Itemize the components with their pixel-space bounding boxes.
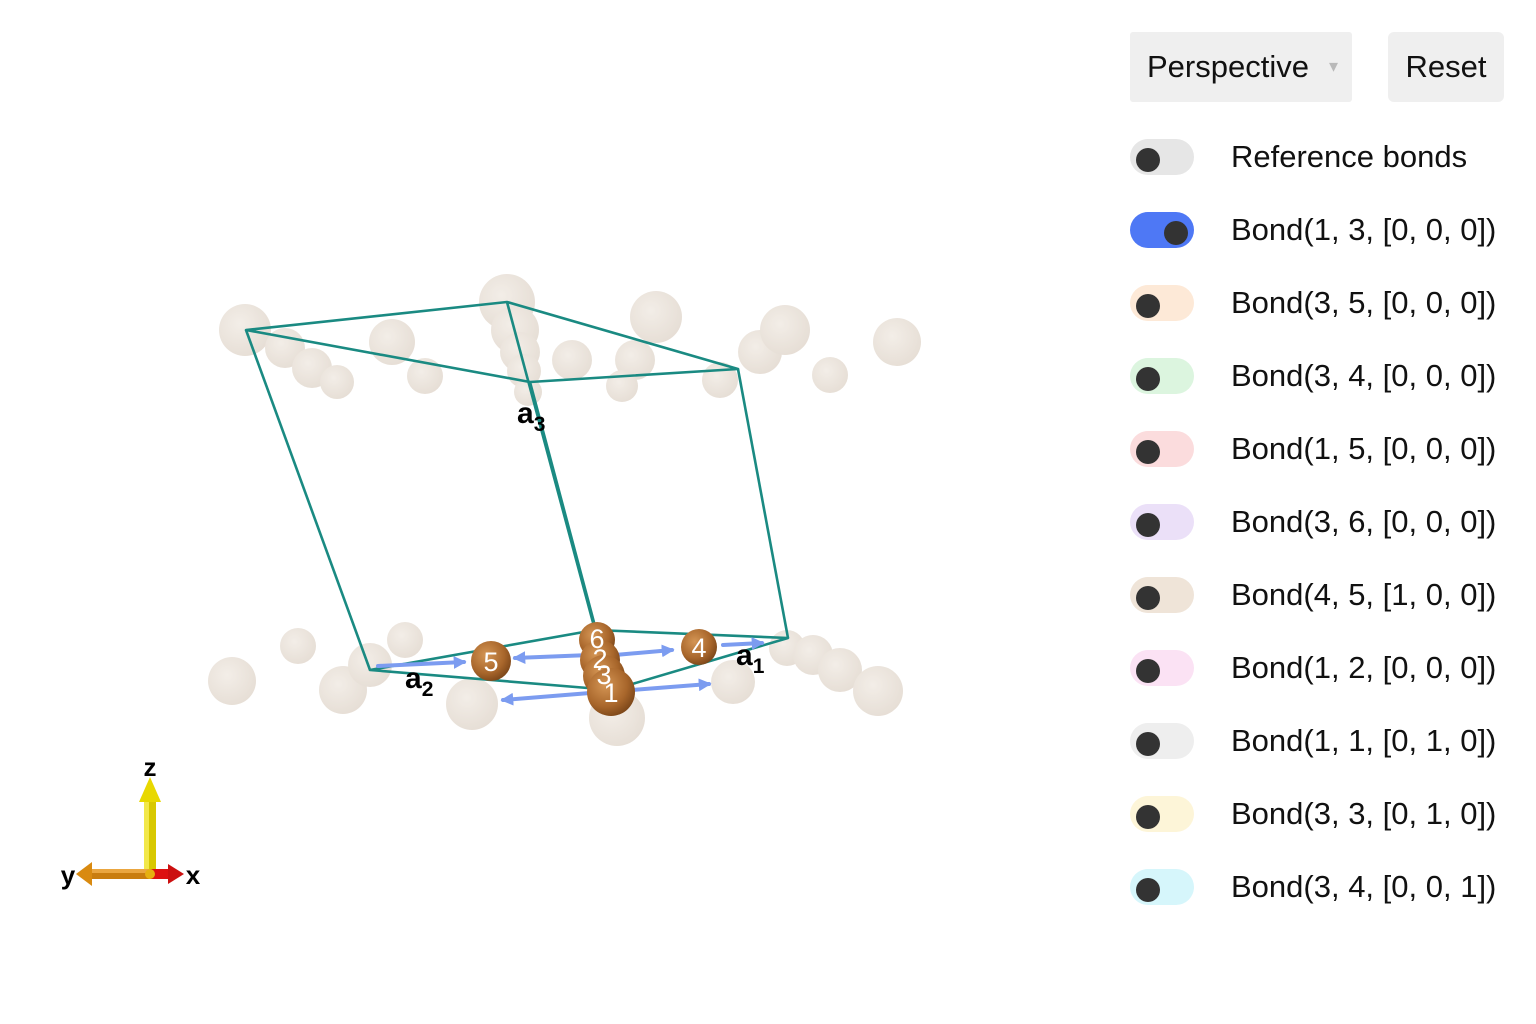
- toggle-bond-7[interactable]: Bond(1, 2, [0, 0, 0]): [1130, 648, 1515, 688]
- toggle-switch[interactable]: [1130, 577, 1194, 613]
- toggle-bond-5[interactable]: Bond(3, 6, [0, 0, 0]): [1130, 502, 1515, 542]
- toggle-bond-2[interactable]: Bond(3, 5, [0, 0, 0]): [1130, 283, 1515, 323]
- toggle-switch[interactable]: [1130, 212, 1194, 248]
- camera-controls: Perspective ▾ Reset: [1130, 32, 1510, 102]
- axis-label-y: y: [61, 860, 76, 890]
- toggle-bond-9[interactable]: Bond(3, 3, [0, 1, 0]): [1130, 794, 1515, 834]
- axis-label-x: x: [186, 860, 201, 890]
- toggle-label: Bond(1, 3, [0, 0, 0]): [1231, 212, 1497, 247]
- toggle-switch[interactable]: [1130, 650, 1194, 686]
- toggle-bond-8[interactable]: Bond(1, 1, [0, 1, 0]): [1130, 721, 1515, 761]
- toggle-switch[interactable]: [1130, 285, 1194, 321]
- toggle-switch[interactable]: [1130, 504, 1194, 540]
- toggle-label: Bond(3, 4, [0, 0, 0]): [1231, 358, 1497, 393]
- toggle-label: Bond(4, 5, [1, 0, 0]): [1231, 577, 1497, 612]
- toggle-label: Bond(3, 3, [0, 1, 0]): [1231, 796, 1497, 831]
- toggle-label: Bond(1, 1, [0, 1, 0]): [1231, 723, 1497, 758]
- toggle-knob: [1136, 148, 1160, 172]
- toggle-label: Bond(3, 4, [0, 0, 1]): [1231, 869, 1497, 904]
- toggle-bond-10[interactable]: Bond(3, 4, [0, 0, 1]): [1130, 867, 1515, 907]
- toggle-knob: [1136, 659, 1160, 683]
- toggle-knob: [1164, 221, 1188, 245]
- control-panel: Perspective ▾ Reset Reference bonds Bond(…: [1128, 0, 1518, 1024]
- caret-down-icon: ▾: [1328, 56, 1338, 76]
- toggle-knob: [1136, 878, 1160, 902]
- structure-viewport[interactable]: 5 4 6 2 3 1 a1 a2 a3 z y x: [0, 0, 1110, 1024]
- toggle-label: Bond(1, 2, [0, 0, 0]): [1231, 650, 1497, 685]
- camera-mode-select[interactable]: Perspective ▾: [1130, 32, 1352, 102]
- toggle-label: Bond(3, 5, [0, 0, 0]): [1231, 285, 1497, 320]
- toggle-knob: [1136, 440, 1160, 464]
- axis-label-z: z: [144, 752, 157, 782]
- toggle-label: Reference bonds: [1231, 139, 1468, 174]
- toggle-knob: [1136, 367, 1160, 391]
- atom-label-4: 4: [691, 633, 706, 663]
- toggle-knob: [1136, 513, 1160, 537]
- toggle-bond-6[interactable]: Bond(4, 5, [1, 0, 0]): [1130, 575, 1515, 615]
- toggle-knob: [1136, 586, 1160, 610]
- camera-mode-value: Perspective: [1147, 49, 1309, 84]
- toggle-knob: [1136, 294, 1160, 318]
- toggle-label: Bond(1, 5, [0, 0, 0]): [1231, 431, 1497, 466]
- toggle-switch[interactable]: [1130, 139, 1194, 175]
- toggle-bond-4[interactable]: Bond(1, 5, [0, 0, 0]): [1130, 429, 1515, 469]
- toggle-bond-3[interactable]: Bond(3, 4, [0, 0, 0]): [1130, 356, 1515, 396]
- toggle-switch[interactable]: [1130, 358, 1194, 394]
- toggle-label: Bond(3, 6, [0, 0, 0]): [1231, 504, 1497, 539]
- toggle-switch[interactable]: [1130, 431, 1194, 467]
- label-a2: a2: [405, 662, 433, 701]
- toggle-bond-1[interactable]: Bond(1, 3, [0, 0, 0]): [1130, 210, 1515, 250]
- orientation-axes: z y x: [61, 752, 201, 890]
- toggle-knob: [1136, 732, 1160, 756]
- toggle-knob: [1136, 805, 1160, 829]
- atom-label-1: 1: [603, 678, 618, 708]
- crystal-scene[interactable]: 5 4 6 2 3 1 a1 a2 a3 z y x: [0, 0, 1110, 1024]
- toggle-switch[interactable]: [1130, 723, 1194, 759]
- toggle-switch[interactable]: [1130, 869, 1194, 905]
- label-a3: a3: [517, 397, 545, 436]
- atom-label-5: 5: [483, 647, 498, 677]
- toggle-reference-bonds[interactable]: Reference bonds: [1130, 137, 1515, 177]
- reset-button[interactable]: Reset: [1388, 32, 1504, 102]
- toggle-switch[interactable]: [1130, 796, 1194, 832]
